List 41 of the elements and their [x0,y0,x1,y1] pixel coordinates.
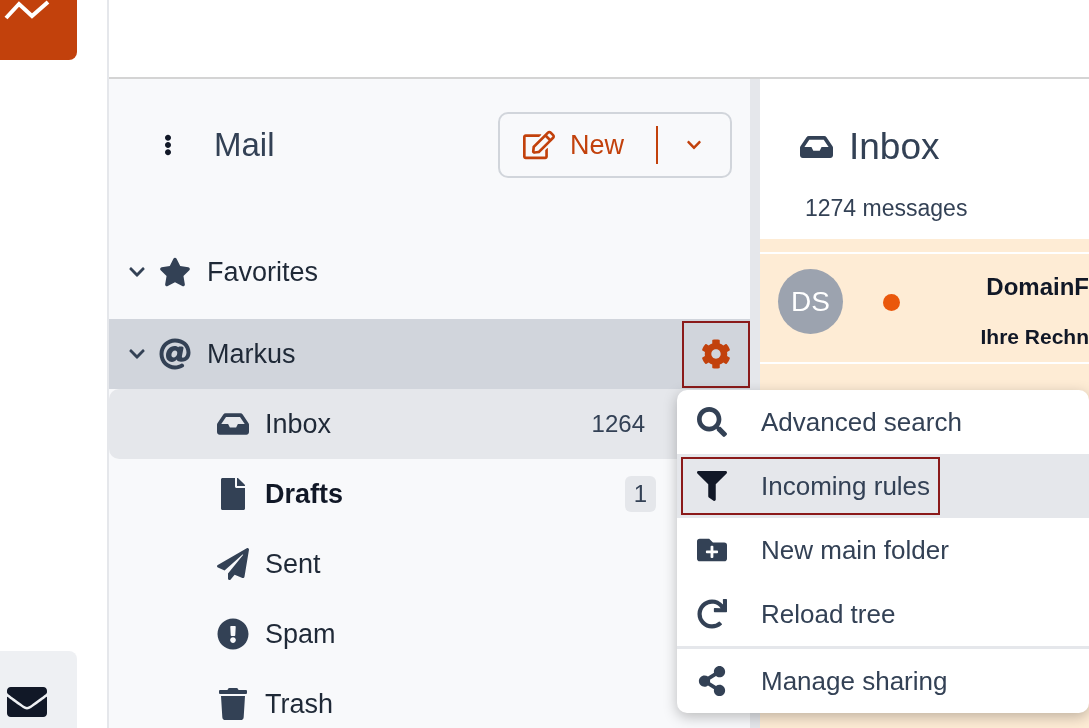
folder-label: Spam [265,617,336,651]
account-label: Markus [207,337,296,371]
sidebar-title: Mail [214,125,275,166]
message-count-label: 1274 messages [805,193,969,223]
account-label: Favorites [207,255,319,289]
message-row[interactable]: DS DomainF Ihre Rechn [760,252,1089,362]
reload-icon [697,599,727,629]
content-title: Inbox [849,125,940,169]
message-subject: Ihre Rechn [980,324,1089,350]
account-row[interactable]: Favorites [109,237,750,307]
filter-icon [697,471,727,501]
paper-plane-icon [217,548,249,580]
folder-label: Sent [265,547,321,581]
menu-label: Advanced search [761,405,962,439]
account-row[interactable]: Markus [109,319,750,389]
menu-label: Incoming rules [761,469,931,503]
settings-icon [701,339,731,369]
folder-label: Drafts [265,477,344,511]
kebab-icon [164,132,172,158]
menu-item[interactable]: Incoming rules [677,454,1089,518]
at-icon [159,338,191,370]
message-count: 1264 [591,409,645,439]
folder-label: Inbox [265,407,332,441]
edit-icon [523,129,555,161]
star-icon [159,257,191,287]
folder-label: Trash [265,687,333,721]
settings-button[interactable] [682,320,750,388]
search-icon [697,407,727,437]
new-button[interactable]: New [500,124,656,166]
message-sender: DomainF [986,272,1089,302]
menu-label: Reload tree [761,597,896,631]
exclamation-icon [217,618,249,650]
share-icon [697,666,727,696]
trash-icon [217,688,249,720]
logo-tile[interactable] [0,0,77,60]
menu-label: Manage sharing [761,664,948,698]
zigzag-icon [4,0,50,22]
menu-label: New main folder [761,533,949,567]
unread-badge: 1 [624,476,656,512]
mail-tile[interactable] [0,651,77,728]
avatar: DS [778,269,843,334]
